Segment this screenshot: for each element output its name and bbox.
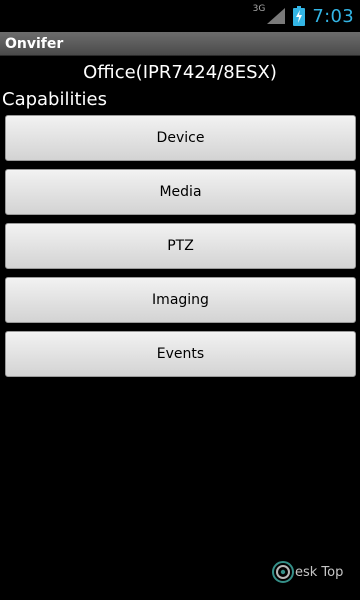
capabilities-heading: Capabilities — [2, 89, 107, 110]
network-type-label: 3G — [252, 4, 266, 14]
status-clock: 7:03 — [312, 5, 354, 27]
imaging-button[interactable]: Imaging — [5, 277, 356, 323]
events-button[interactable]: Events — [5, 331, 356, 377]
app-title: Onvifer — [5, 35, 64, 52]
app-screen: 3G 7:03 Onvifer Office(IPR7424/8ESX) Cap… — [0, 0, 360, 600]
device-button[interactable]: Device — [5, 115, 356, 161]
capabilities-list: Device Media PTZ Imaging Events — [5, 115, 356, 385]
device-name: Office(IPR7424/8ESX) — [83, 62, 277, 83]
signal-icon — [267, 8, 286, 24]
battery-charging-icon — [293, 6, 306, 26]
ptz-button[interactable]: PTZ — [5, 223, 356, 269]
watermark: esk Top — [272, 561, 343, 583]
watermark-text: esk Top — [295, 564, 344, 580]
desktop-logo-icon — [272, 561, 294, 583]
action-bar: Onvifer — [0, 32, 360, 56]
status-bar: 3G 7:03 — [0, 0, 360, 32]
media-button[interactable]: Media — [5, 169, 356, 215]
